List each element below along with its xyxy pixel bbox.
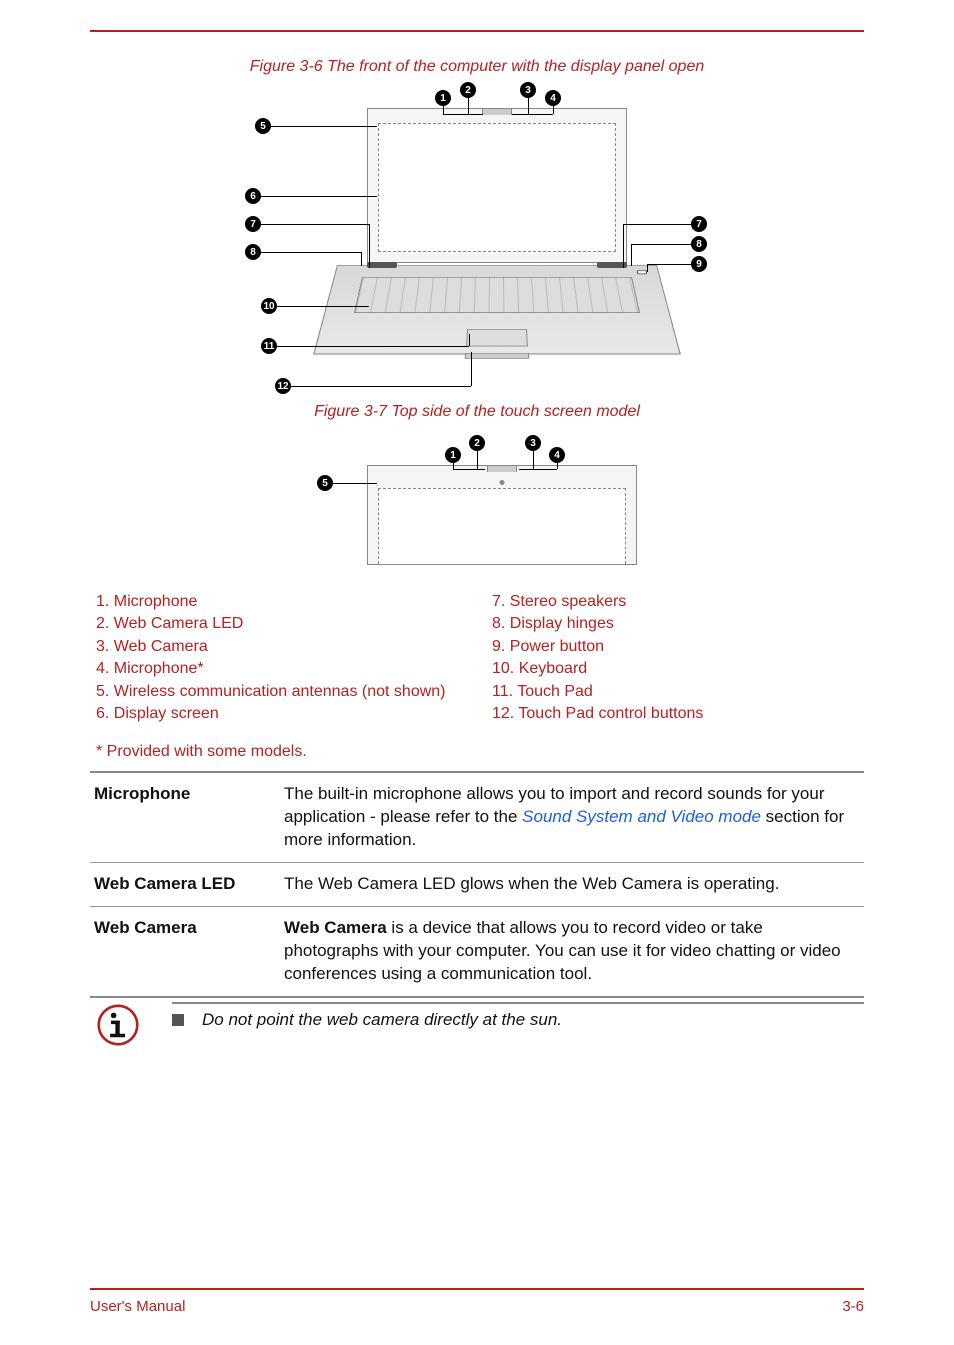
legend-item: 4. Microphone*	[96, 658, 462, 680]
callout: 1	[435, 90, 451, 106]
laptop-lid	[367, 108, 627, 263]
legend-item: 9. Power button	[492, 636, 858, 658]
legend-item: 11. Touch Pad	[492, 681, 858, 703]
callout: 3	[525, 435, 541, 451]
legend-item: 6. Display screen	[96, 703, 462, 725]
callout: 2	[469, 435, 485, 451]
callout: 2	[460, 82, 476, 98]
info-note-row: Do not point the web camera directly at …	[90, 1002, 864, 1046]
callout: 9	[691, 256, 707, 272]
legend-item: 10. Keyboard	[492, 658, 858, 680]
callout: 4	[545, 90, 561, 106]
definition: The Web Camera LED glows when the Web Ca…	[280, 863, 864, 907]
legend: 1. Microphone 2. Web Camera LED 3. Web C…	[90, 591, 864, 725]
figure-1-caption: Figure 3-6 The front of the computer wit…	[90, 58, 864, 76]
callout: 8	[691, 236, 707, 252]
legend-item: 1. Microphone	[96, 591, 462, 613]
legend-item: 12. Touch Pad control buttons	[492, 703, 858, 725]
callout: 5	[317, 475, 333, 491]
callout: 10	[261, 298, 277, 314]
legend-item: 7. Stereo speakers	[492, 591, 858, 613]
callout: 1	[445, 447, 461, 463]
sound-system-link[interactable]: Sound System and Video mode	[522, 807, 761, 826]
callout: 6	[245, 188, 261, 204]
figure-2-caption: Figure 3-7 Top side of the touch screen …	[90, 403, 864, 421]
laptop-base	[337, 265, 657, 375]
footer-left: User's Manual	[90, 1298, 185, 1315]
callout: 3	[520, 82, 536, 98]
callout: 4	[549, 447, 565, 463]
legend-item: 5. Wireless communication antennas (not …	[96, 681, 462, 703]
legend-item: 2. Web Camera LED	[96, 613, 462, 635]
callout: 8	[245, 244, 261, 260]
definition: The built-in microphone allows you to im…	[280, 772, 864, 862]
term: Web Camera LED	[90, 863, 280, 907]
touch-screen-bezel	[367, 465, 637, 565]
callout: 5	[255, 118, 271, 134]
legend-item: 3. Web Camera	[96, 636, 462, 658]
footer: User's Manual 3-6	[90, 1288, 864, 1315]
header-rule	[90, 30, 864, 32]
info-note-text: Do not point the web camera directly at …	[172, 1002, 864, 1030]
models-note: * Provided with some models.	[90, 743, 864, 761]
callout: 11	[261, 338, 277, 354]
bullet-icon	[172, 1014, 184, 1026]
term: Web Camera	[90, 907, 280, 997]
footer-right: 3-6	[842, 1298, 864, 1315]
description-table: Microphone The built-in microphone allow…	[90, 771, 864, 998]
legend-item: 8. Display hinges	[492, 613, 858, 635]
term: Microphone	[90, 772, 280, 862]
figure-1: 1 2 3 4 5 6 7 8 7 8	[90, 90, 864, 395]
callout: 12	[275, 378, 291, 394]
info-icon	[97, 1004, 139, 1046]
callout: 7	[691, 216, 707, 232]
callout: 7	[245, 216, 261, 232]
figure-2: 1 2 3 4 5	[90, 435, 864, 575]
definition: Web Camera is a device that allows you t…	[280, 907, 864, 997]
